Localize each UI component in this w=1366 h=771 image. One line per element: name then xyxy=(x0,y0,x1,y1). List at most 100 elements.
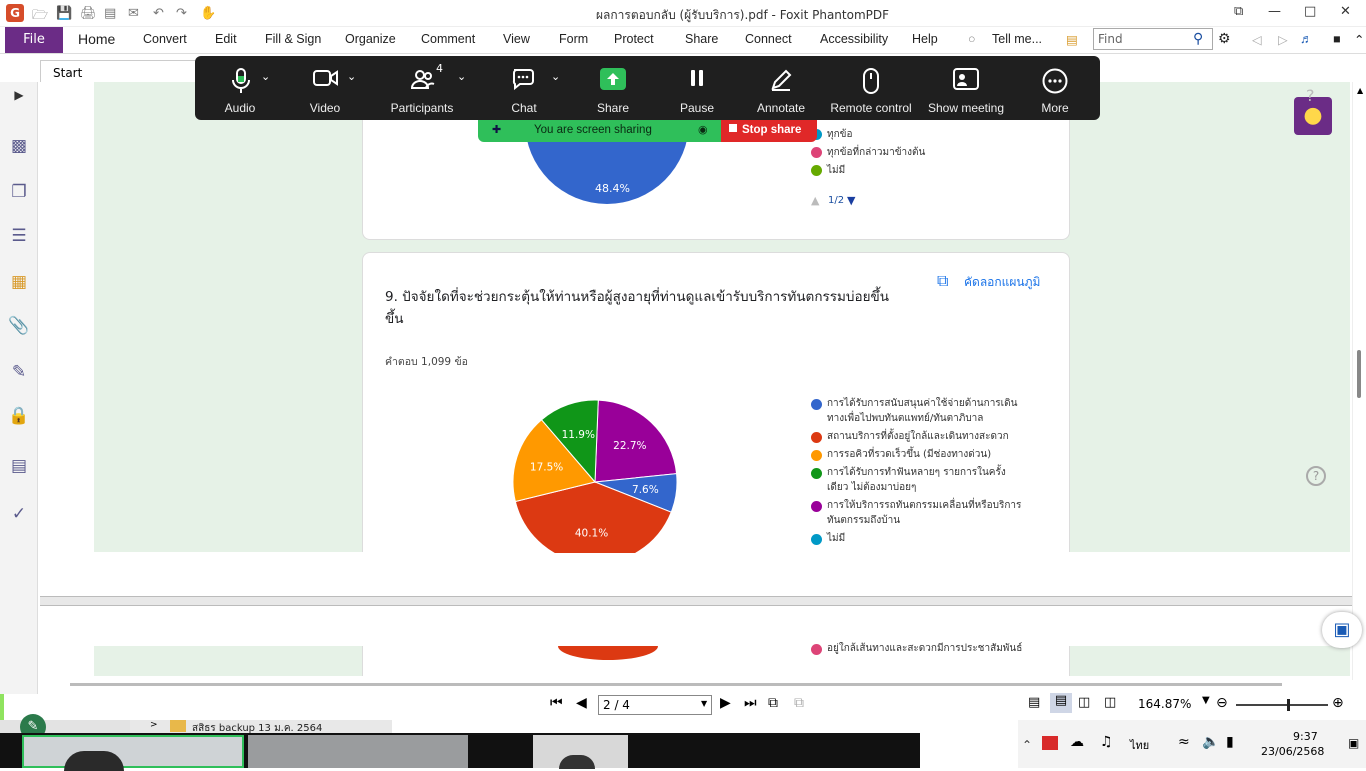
ribbon-collapse-icon[interactable]: ⌃ xyxy=(1354,32,1364,47)
tab-protect[interactable]: Protect xyxy=(614,32,654,46)
tab-comment[interactable]: Comment xyxy=(421,32,475,46)
previous-page-icon[interactable]: ◀ xyxy=(576,695,587,711)
restore-icon[interactable]: ⧉ xyxy=(1234,4,1243,19)
certificate-icon[interactable]: ✓ xyxy=(8,504,30,526)
copy-icon[interactable]: ⧉ xyxy=(937,271,948,291)
tab-help[interactable]: Help xyxy=(912,32,938,46)
page-number-input[interactable]: 2 / 4 ▼ xyxy=(598,695,712,715)
close-icon[interactable]: ✕ xyxy=(1340,4,1351,19)
print-icon[interactable]: 🖨 xyxy=(80,6,97,21)
chat-button[interactable]: ⌄ Chat xyxy=(483,56,565,120)
zoom-in-icon[interactable]: ⊕ xyxy=(1332,695,1344,711)
tab-start[interactable]: Start xyxy=(40,60,200,84)
back-icon[interactable]: ◁ xyxy=(1252,32,1262,47)
fields-icon[interactable]: ▤ xyxy=(8,456,30,478)
single-page-view-icon[interactable]: ▤ xyxy=(1028,695,1040,710)
stop-share-button[interactable]: Stop share xyxy=(721,120,817,142)
pages-icon[interactable]: ❐ xyxy=(8,182,30,204)
share-button[interactable]: Share xyxy=(573,56,653,120)
pause-button[interactable]: Pause xyxy=(657,56,737,120)
notification-icon[interactable]: ▣ xyxy=(1348,736,1359,750)
copy-chart-button[interactable]: คัดลอกแผนภูมิ xyxy=(964,273,1040,292)
signature-icon[interactable]: ✎ xyxy=(8,362,30,384)
cloud-icon[interactable]: ☁ xyxy=(1070,734,1084,750)
zoom-slider-thumb[interactable] xyxy=(1287,699,1290,711)
expand-panel-icon[interactable]: ▶ xyxy=(8,88,30,110)
layers-icon[interactable]: ☰ xyxy=(8,226,30,248)
zoom-level[interactable]: 164.87% xyxy=(1138,697,1191,711)
tab-connect[interactable]: Connect xyxy=(745,32,792,46)
chat-assistant-icon[interactable]: ▣ xyxy=(1322,612,1362,648)
attachment-icon[interactable]: 📎 xyxy=(8,316,30,338)
continuous-view-icon[interactable]: ▤ xyxy=(1050,693,1072,713)
remote-control-button[interactable]: Remote control xyxy=(825,56,917,120)
tab-organize[interactable]: Organize xyxy=(345,32,396,46)
next-page-icon[interactable]: ▶ xyxy=(720,695,731,711)
participant-video[interactable] xyxy=(533,735,628,769)
chevron-down-icon[interactable]: ▼ xyxy=(701,699,707,708)
properties-icon[interactable]: ▤ xyxy=(104,6,116,21)
show-meeting-button[interactable]: Show meeting xyxy=(921,56,1011,120)
tab-edit[interactable]: Edit xyxy=(215,32,237,46)
open-folder-icon[interactable]: 🗁 xyxy=(32,6,48,28)
gear-icon[interactable]: ⚙ xyxy=(1218,30,1231,47)
legend-prev-icon[interactable]: ▲ xyxy=(811,194,819,207)
battery-icon[interactable]: ▮ xyxy=(1226,734,1234,750)
microphone-tray-icon[interactable]: ♫ xyxy=(1100,734,1113,750)
hand-tool-icon[interactable]: ✋ xyxy=(200,6,216,21)
tab-share[interactable]: Share xyxy=(685,32,718,46)
forward-icon[interactable]: ▷ xyxy=(1278,32,1288,47)
scroll-thumb[interactable] xyxy=(1357,350,1361,398)
help-icon[interactable]: ? xyxy=(1306,86,1315,105)
clock-date[interactable]: 23/06/2568 xyxy=(1261,745,1324,758)
more-button[interactable]: More xyxy=(1015,56,1095,120)
user-icon[interactable]: ■ xyxy=(1333,32,1341,46)
lock-icon[interactable]: 🔒 xyxy=(8,406,30,428)
email-icon[interactable]: ✉ xyxy=(128,6,139,21)
app-tray-icon[interactable] xyxy=(1042,736,1058,750)
clock-time[interactable]: 9:37 xyxy=(1293,730,1318,743)
redo-icon[interactable]: ↷ xyxy=(176,6,187,21)
language-indicator[interactable]: ไทย xyxy=(1130,736,1149,754)
vertical-scrollbar[interactable]: ▲ xyxy=(1352,82,1366,680)
tab-fill-sign[interactable]: Fill & Sign xyxy=(265,32,321,46)
wifi-icon[interactable]: ≈ xyxy=(1178,734,1190,750)
legend-next-icon[interactable]: ▼ xyxy=(847,194,855,207)
insert-page-icon[interactable]: ⧉ xyxy=(794,695,804,711)
file-tab[interactable]: File xyxy=(5,27,63,53)
chevron-down-icon[interactable]: ⌄ xyxy=(457,70,466,83)
participants-button[interactable]: 4 ⌄ Participants xyxy=(377,56,467,120)
maximize-icon[interactable]: □ xyxy=(1304,4,1316,19)
chevron-down-icon[interactable]: ⌄ xyxy=(551,70,560,83)
tab-accessibility[interactable]: Accessibility xyxy=(820,32,888,46)
zoom-slider[interactable] xyxy=(1236,704,1328,706)
undo-icon[interactable]: ↶ xyxy=(153,6,164,21)
video-button[interactable]: ⌄ Video xyxy=(285,56,365,120)
save-icon[interactable]: 💾 xyxy=(56,6,72,21)
bookmark-icon[interactable]: ▩ xyxy=(8,136,30,158)
search-icon[interactable]: ⚲ xyxy=(1193,30,1203,47)
first-page-icon[interactable]: ⏮ xyxy=(550,695,563,711)
scroll-up-icon[interactable]: ▲ xyxy=(1357,86,1363,95)
comments-icon[interactable]: ▦ xyxy=(8,272,30,294)
chevron-up-icon[interactable]: ⌃ xyxy=(1022,738,1032,752)
last-page-icon[interactable]: ⏭ xyxy=(744,695,757,711)
minimize-icon[interactable]: — xyxy=(1268,4,1281,19)
zoom-dropdown-icon[interactable]: ▼ xyxy=(1202,695,1210,706)
speaker-icon[interactable]: 🔈 xyxy=(1202,734,1219,750)
audio-button[interactable]: ⌄ Audio xyxy=(195,56,285,120)
participant-video[interactable] xyxy=(22,735,244,771)
tab-convert[interactable]: Convert xyxy=(143,32,187,46)
facing-view-icon[interactable]: ◫ xyxy=(1078,695,1090,710)
bell-icon[interactable]: ♬ xyxy=(1300,32,1313,46)
continuous-facing-icon[interactable]: ◫ xyxy=(1104,695,1116,710)
tab-view[interactable]: View xyxy=(503,32,530,46)
participant-video[interactable] xyxy=(248,735,468,768)
horizontal-scrollbar[interactable] xyxy=(70,683,1282,686)
chevron-down-icon[interactable]: ⌄ xyxy=(347,70,356,83)
annotate-button[interactable]: Annotate xyxy=(741,56,821,120)
search-folder-icon[interactable]: ▤ xyxy=(1066,32,1078,47)
zoom-out-icon[interactable]: ⊖ xyxy=(1216,695,1228,711)
chevron-down-icon[interactable]: ⌄ xyxy=(261,70,270,83)
pin-icon[interactable]: ✚ xyxy=(492,123,501,136)
